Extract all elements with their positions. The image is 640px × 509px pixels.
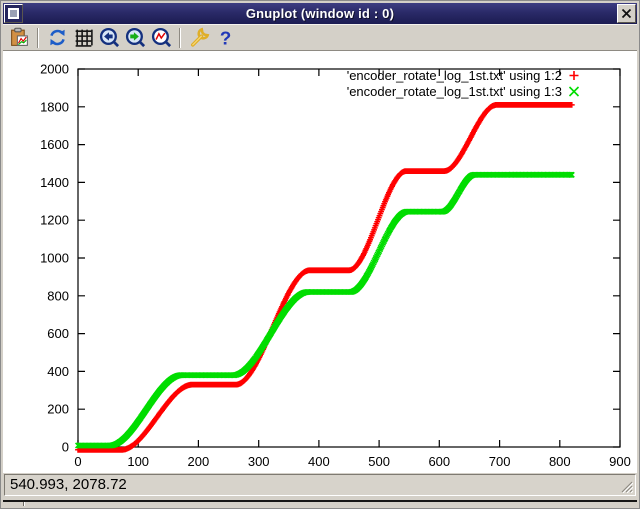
svg-text:2000: 2000 [40,62,69,77]
wrench-icon [190,27,209,47]
svg-text:200: 200 [188,454,210,469]
svg-text:600: 600 [47,326,69,341]
zoom-previous-button[interactable] [97,26,121,50]
copy-plot-button[interactable] [7,26,31,50]
svg-text:1200: 1200 [40,213,69,228]
y-axis-labels: 0 200 400 600 800 1000 1200 1400 1600 1800 2000 [40,62,69,455]
svg-text:600: 600 [428,454,450,469]
resize-grip[interactable] [619,479,633,493]
plot-svg: 0 100 200 300 400 500 600 700 800 900 0 200 400 600 80… [40,62,631,470]
window-bottom-frame[interactable] [3,497,637,506]
grid-icon [75,29,93,47]
zoom-next-icon [125,27,145,48]
window-menu-icon [8,8,19,19]
legend: 'encoder_rotate_log_1st.txt' using 1:2'e… [347,68,580,99]
svg-text:900: 900 [609,454,631,469]
svg-text:800: 800 [47,288,69,303]
x-axis-labels: 0 100 200 300 400 500 600 700 800 900 [74,454,630,469]
svg-text:400: 400 [47,364,69,379]
cursor-coordinates: 540.993, 2078.72 [10,476,127,493]
series-1 [74,171,575,449]
toolbar: ? [3,24,637,51]
svg-text:200: 200 [47,402,69,417]
grid-button[interactable] [71,26,95,50]
window-menu-button[interactable] [4,4,23,23]
help-icon: ? [219,28,231,48]
svg-text:1000: 1000 [40,251,69,266]
unzoom-autoscale-icon [151,27,171,48]
svg-text:'encoder_rotate_log_1st.txt' u: 'encoder_rotate_log_1st.txt' using 1:2 [347,68,562,83]
window-title: Gnuplot (window id : 0) [245,6,395,21]
unzoom-button[interactable] [149,26,173,50]
replot-button[interactable] [45,26,69,50]
options-button[interactable] [187,26,211,50]
svg-text:400: 400 [308,454,330,469]
svg-text:1400: 1400 [40,175,69,190]
svg-text:700: 700 [489,454,511,469]
svg-text:1800: 1800 [40,99,69,114]
titlebar: Gnuplot (window id : 0) [3,3,637,24]
svg-text:'encoder_rotate_log_1st.txt' u: 'encoder_rotate_log_1st.txt' using 1:3 [347,84,562,99]
svg-text:0: 0 [74,454,81,469]
copy-to-clipboard-icon [10,27,28,46]
toolbar-separator [37,27,39,48]
replot-refresh-icon [49,29,65,46]
zoom-next-button[interactable] [123,26,147,50]
zoom-previous-icon [99,27,119,48]
svg-text:800: 800 [549,454,571,469]
frame-corner-notch [23,502,25,506]
toolbar-separator [179,27,181,48]
svg-text:500: 500 [368,454,390,469]
svg-text:100: 100 [127,454,149,469]
window-edge-line [3,500,637,502]
close-icon [621,8,632,19]
plot-canvas[interactable]: 0 100 200 300 400 500 600 700 800 900 0 200 400 600 80… [3,51,637,473]
gnuplot-window: Gnuplot (window id : 0) ? 0 100 200 300 … [0,0,640,509]
svg-text:?: ? [219,28,231,48]
svg-text:0: 0 [62,440,69,455]
help-button[interactable]: ? [213,26,237,50]
status-field: 540.993, 2078.72 [4,474,636,496]
svg-text:1600: 1600 [40,137,69,152]
statusbar: 540.993, 2078.72 [3,473,637,497]
svg-text:300: 300 [248,454,270,469]
close-button[interactable] [617,4,636,23]
